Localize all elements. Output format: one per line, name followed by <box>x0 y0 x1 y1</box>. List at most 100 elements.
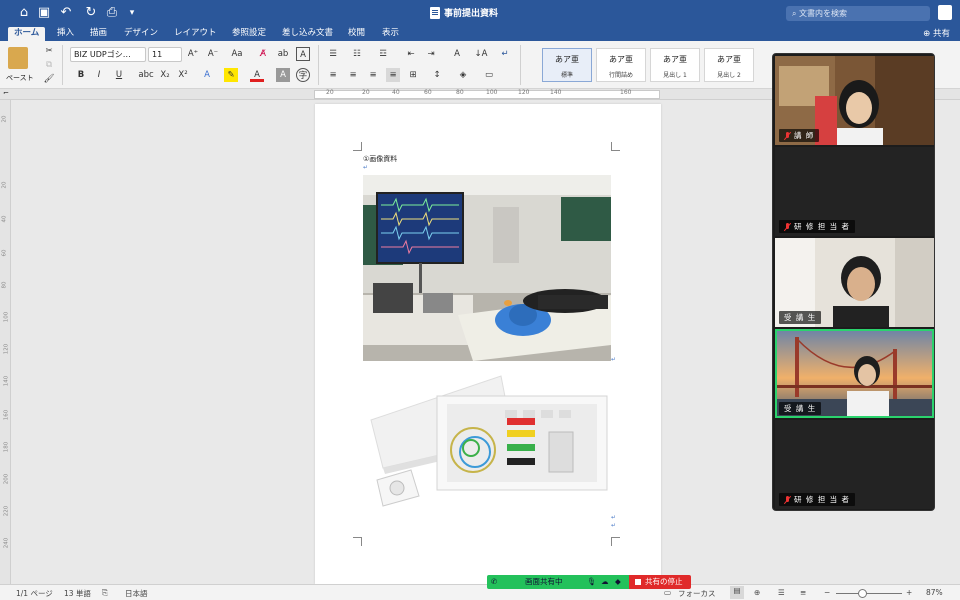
align-left-icon[interactable]: ≡ <box>326 68 340 82</box>
zoom-slider[interactable] <box>836 593 902 594</box>
print-layout-icon[interactable]: ▤ <box>730 586 744 599</box>
font-size-select[interactable]: 11 <box>148 47 182 62</box>
tab-selector-icon[interactable]: ⌐ <box>3 89 9 97</box>
zoom-level[interactable]: 87% <box>926 588 943 597</box>
character-shading-icon[interactable]: A <box>276 68 290 82</box>
phonetic-guide-icon[interactable]: ab <box>276 47 290 61</box>
draft-view-icon[interactable]: ≡ <box>800 588 806 597</box>
underline-icon[interactable]: U <box>112 68 126 82</box>
format-painter-icon[interactable]: 🖌 <box>42 72 56 86</box>
tab-mailings[interactable]: 差し込み文書 <box>276 27 339 41</box>
participant-tile-student-1[interactable]: 受 講 生 <box>775 238 934 327</box>
tab-layout[interactable]: レイアウト <box>168 27 223 41</box>
home-icon[interactable]: ⌂ <box>16 5 32 21</box>
outline-view-icon[interactable]: ☰ <box>778 588 785 597</box>
bullets-icon[interactable]: ☰ <box>326 47 340 61</box>
decrease-indent-icon[interactable]: ⇤ <box>404 47 418 61</box>
cut-icon[interactable]: ✂ <box>42 44 56 58</box>
italic-icon[interactable]: I <box>92 68 106 82</box>
text-effects-icon[interactable]: A <box>200 68 214 82</box>
tab-insert[interactable]: 挿入 <box>51 27 80 41</box>
subscript-icon[interactable]: X₂ <box>158 68 172 82</box>
focus-label[interactable]: フォーカス <box>678 588 716 599</box>
focus-icon[interactable]: ▭ <box>664 588 671 597</box>
highlight-color-icon[interactable]: ✎ <box>224 68 238 82</box>
line-spacing-icon[interactable]: ↕ <box>430 68 444 82</box>
font-color-icon[interactable]: A <box>250 68 264 82</box>
web-layout-icon[interactable]: ⊕ <box>754 588 760 597</box>
search-input[interactable]: ⌕ 文書内を検索 <box>786 6 930 21</box>
print-icon[interactable]: ⎙ <box>104 5 120 21</box>
undo-icon[interactable]: ↶ <box>58 5 74 21</box>
tab-review[interactable]: 校閲 <box>342 27 371 41</box>
participant-tile-student-2[interactable]: 受 講 生 <box>775 329 934 418</box>
strikethrough-icon[interactable]: abc <box>136 68 156 82</box>
share-button[interactable]: ⊕ 共有 <box>923 27 950 39</box>
paste-label[interactable]: ペースト <box>6 73 34 83</box>
numbering-icon[interactable]: ☷ <box>350 47 364 61</box>
paragraph-mark: ↵ <box>611 356 617 363</box>
align-center-icon[interactable]: ≡ <box>346 68 360 82</box>
superscript-icon[interactable]: X² <box>176 68 190 82</box>
training-room-photo[interactable] <box>363 175 611 361</box>
sharing-status[interactable]: ✆ 画面共有中 🎙 ☁ ◆ <box>487 575 629 589</box>
redo-icon[interactable]: ↻ <box>83 5 99 21</box>
document-page[interactable]: ①画像資料 ↵ ↵ ↵ ↵ <box>315 104 661 584</box>
text-direction-icon[interactable]: A <box>450 47 464 61</box>
zoom-in-button[interactable]: + <box>906 588 912 597</box>
stop-sharing-button[interactable]: 共有の停止 <box>629 575 691 589</box>
paragraph-mark: ↵ <box>611 522 617 529</box>
align-right-icon[interactable]: ≡ <box>366 68 380 82</box>
cloud-icon[interactable]: ☁ <box>601 575 609 589</box>
multilevel-list-icon[interactable]: ☲ <box>376 47 390 61</box>
crop-mark <box>353 537 362 546</box>
participant-tile-staff-1[interactable]: 研 修 担 当 者 <box>775 147 934 236</box>
change-case-icon[interactable]: Aa <box>230 47 244 61</box>
copy-icon[interactable]: ⧉ <box>42 58 56 72</box>
distributed-icon[interactable]: ⊞ <box>406 68 420 82</box>
borders-icon[interactable]: ▭ <box>482 68 496 82</box>
mic-icon[interactable]: 🎙 <box>587 575 597 589</box>
page-count[interactable]: 1/1 ページ <box>16 588 53 599</box>
font-name-select[interactable]: BIZ UDPゴシ… <box>70 47 146 62</box>
security-shield-icon[interactable]: ◆ <box>615 575 621 589</box>
customize-toolbar-icon[interactable]: ▾ <box>124 5 140 21</box>
style-heading-1[interactable]: あア亜 見出し 1 <box>650 48 700 82</box>
word-count[interactable]: 13 単語 <box>64 588 91 599</box>
shrink-font-icon[interactable]: A⁻ <box>206 47 220 61</box>
tab-design[interactable]: デザイン <box>118 27 164 41</box>
ecg-kit-illustration <box>370 375 608 507</box>
grow-font-icon[interactable]: A⁺ <box>186 47 200 61</box>
clear-format-icon[interactable]: A̸ <box>256 47 270 61</box>
language-label[interactable]: 日本語 <box>125 588 148 599</box>
tab-view[interactable]: 表示 <box>376 27 405 41</box>
zoom-slider-handle[interactable] <box>858 589 867 598</box>
sort-icon[interactable]: ↓A <box>474 47 488 61</box>
participant-tile-instructor[interactable]: 講 師 <box>775 56 934 145</box>
ecg-kit-photo[interactable] <box>363 372 613 512</box>
increase-indent-icon[interactable]: ⇥ <box>424 47 438 61</box>
save-icon[interactable]: ▣ <box>36 5 52 21</box>
account-icon[interactable] <box>938 5 952 20</box>
enclose-characters-icon[interactable]: 字 <box>296 68 310 82</box>
tab-home[interactable]: ホーム <box>8 27 46 41</box>
participant-tile-staff-2[interactable]: 研 修 担 当 者 <box>775 420 934 509</box>
style-heading-2[interactable]: あア亜 見出し 2 <box>704 48 754 82</box>
justify-icon[interactable]: ≡ <box>386 68 400 82</box>
ruler-number: 200 <box>3 473 10 485</box>
style-normal[interactable]: あア亜 標準 <box>542 48 592 82</box>
title-bar: ⌂ ▣ ↶ ↻ ⎙ ▾ 事前提出資料 ⌕ 文書内を検索 <box>0 0 960 26</box>
style-no-spacing[interactable]: あア亜 行間詰め <box>596 48 646 82</box>
proofing-icon[interactable]: ⎘ <box>102 588 108 598</box>
zoom-out-button[interactable]: − <box>824 588 830 597</box>
character-border-icon[interactable]: A <box>296 47 310 61</box>
document-heading[interactable]: ①画像資料 <box>363 154 397 164</box>
paragraph-mark-icon[interactable]: ↵ <box>498 47 512 61</box>
video-gallery-panel[interactable]: 講 師 研 修 担 当 者 受 講 生 受 講 生 研 修 担 当 者 <box>772 53 935 511</box>
bold-icon[interactable]: B <box>74 68 88 82</box>
shading-icon[interactable]: ◈ <box>456 68 470 82</box>
paste-icon[interactable] <box>8 47 28 69</box>
tab-draw[interactable]: 描画 <box>84 27 113 41</box>
tab-references[interactable]: 参照設定 <box>226 27 272 41</box>
ruler-number: 140 <box>550 89 562 96</box>
